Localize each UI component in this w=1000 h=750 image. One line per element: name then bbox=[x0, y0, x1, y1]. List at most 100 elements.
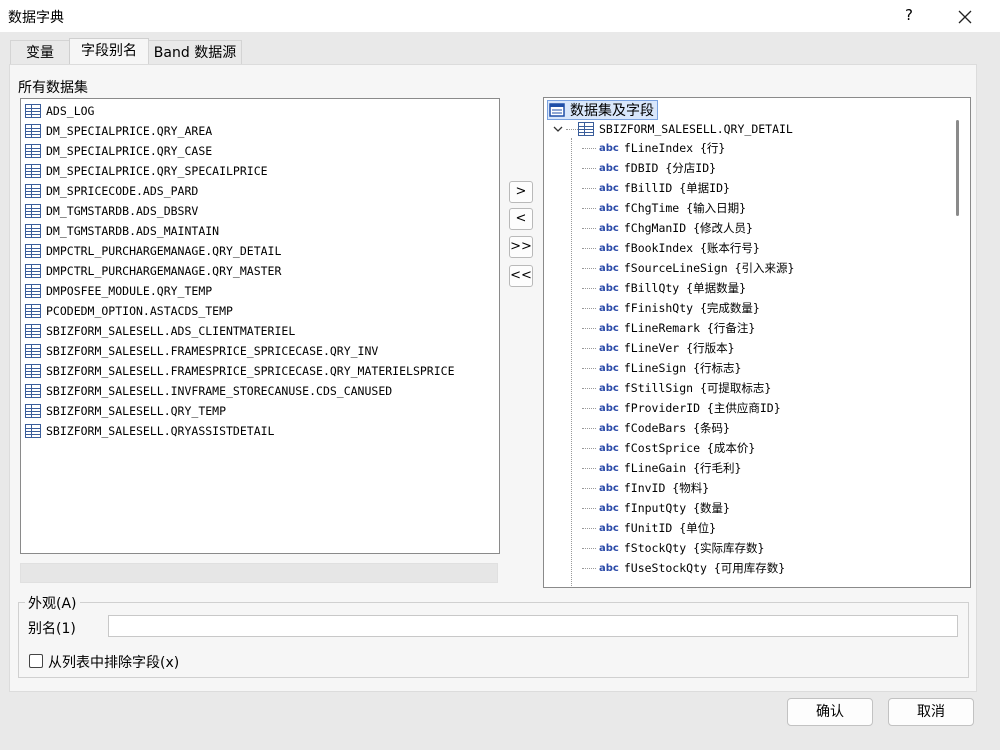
tree-field-label: fBookIndex {账本行号} bbox=[623, 241, 760, 255]
tree-root-label: 数据集及字段 bbox=[570, 103, 654, 119]
list-item[interactable]: SBIZFORM_SALESELL.QRYASSISTDETAIL bbox=[25, 421, 274, 441]
ok-button[interactable]: 确认 bbox=[787, 698, 873, 726]
dataset-group-icon bbox=[549, 103, 565, 117]
tree-field-item[interactable]: abc fCodeBars {条码} bbox=[582, 418, 730, 438]
table-icon bbox=[25, 104, 41, 118]
list-item[interactable]: DM_TGMSTARDB.ADS_MAINTAIN bbox=[25, 221, 219, 241]
all-datasets-label: 所有数据集 bbox=[18, 80, 88, 96]
tab-band-datasource[interactable]: Band 数据源 bbox=[148, 40, 242, 65]
table-icon bbox=[25, 424, 41, 438]
close-button[interactable] bbox=[952, 4, 978, 30]
tree-field-item[interactable]: abc fInputQty {数量} bbox=[582, 498, 730, 518]
tree-field-item[interactable]: abc fBookIndex {账本行号} bbox=[582, 238, 760, 258]
tree-field-item[interactable]: abc fLineRemark {行备注} bbox=[582, 318, 755, 338]
table-icon bbox=[25, 364, 41, 378]
list-item[interactable]: DM_TGMSTARDB.ADS_DBSRV bbox=[25, 201, 198, 221]
tree-field-item[interactable]: abc fProviderID {主供应商ID} bbox=[582, 398, 781, 418]
list-item[interactable]: PCODEDM_OPTION.ASTACDS_TEMP bbox=[25, 301, 233, 321]
tab-variables[interactable]: 变量 bbox=[10, 40, 70, 65]
remove-button[interactable]: < bbox=[509, 208, 533, 230]
string-type-icon: abc bbox=[599, 342, 619, 354]
list-item[interactable]: DM_SPECIALPRICE.QRY_AREA bbox=[25, 121, 212, 141]
list-item-label: SBIZFORM_SALESELL.ADS_CLIENTMATERIEL bbox=[46, 324, 296, 338]
list-item[interactable]: SBIZFORM_SALESELL.ADS_CLIENTMATERIEL bbox=[25, 321, 295, 341]
tree-field-item[interactable]: abc fSourceLineSign {引入来源} bbox=[582, 258, 794, 278]
string-type-icon: abc bbox=[599, 282, 619, 294]
tab-field-alias[interactable]: 字段别名 bbox=[69, 38, 149, 66]
fields-tree[interactable]: 数据集及字段 SBIZFORM_SALESELL.QRY_DETAIL abc f… bbox=[543, 97, 971, 588]
table-icon bbox=[25, 284, 41, 298]
tree-field-item[interactable]: abc fLineSign {行标志} bbox=[582, 358, 742, 378]
list-item-label: DM_SPECIALPRICE.QRY_CASE bbox=[46, 144, 213, 158]
list-item[interactable]: DM_SPRICECODE.ADS_PARD bbox=[25, 181, 198, 201]
tree-field-item[interactable]: abc fLineIndex {行} bbox=[582, 138, 725, 158]
window-title: 数据字典 bbox=[8, 10, 64, 26]
string-type-icon: abc bbox=[599, 202, 619, 214]
list-item-label: DM_SPRICECODE.ADS_PARD bbox=[46, 184, 199, 198]
list-item[interactable]: SBIZFORM_SALESELL.QRY_TEMP bbox=[25, 401, 226, 421]
list-item[interactable]: SBIZFORM_SALESELL.FRAMESPRICE_SPRICECASE… bbox=[25, 361, 455, 381]
list-item-label: SBIZFORM_SALESELL.FRAMESPRICE_SPRICECASE… bbox=[46, 344, 379, 358]
cancel-button[interactable]: 取消 bbox=[888, 698, 974, 726]
alias-input[interactable] bbox=[108, 615, 958, 637]
tree-root[interactable]: 数据集及字段 bbox=[547, 100, 658, 120]
tree-field-item[interactable]: abc fFinishQty {完成数量} bbox=[582, 298, 760, 318]
tree-field-item[interactable]: abc fChgTime {输入日期} bbox=[582, 198, 747, 218]
tree-field-item[interactable]: abc fStillSign {可提取标志} bbox=[582, 378, 772, 398]
add-button[interactable]: > bbox=[509, 181, 533, 203]
table-icon bbox=[25, 204, 41, 218]
string-type-icon: abc bbox=[599, 222, 619, 234]
tree-field-label: fChgManID {修改人员} bbox=[623, 221, 753, 235]
tree-field-label: fLineSign {行标志} bbox=[623, 361, 742, 375]
tree-field-item[interactable]: abc fDBID {分店ID} bbox=[582, 158, 716, 178]
tree-field-item[interactable]: abc fBillID {单据ID} bbox=[582, 178, 730, 198]
chevron-down-icon[interactable] bbox=[552, 123, 564, 135]
exclude-field-label[interactable]: 从列表中排除字段(x) bbox=[48, 652, 179, 672]
tree-field-item[interactable]: abc fChgManID {修改人员} bbox=[582, 218, 753, 238]
help-button[interactable]: ? bbox=[897, 6, 921, 24]
dataset-list-hscrollbar[interactable] bbox=[20, 563, 498, 583]
list-item[interactable]: SBIZFORM_SALESELL.FRAMESPRICE_SPRICECASE… bbox=[25, 341, 378, 361]
string-type-icon: abc bbox=[599, 562, 619, 574]
dataset-node[interactable]: SBIZFORM_SALESELL.QRY_DETAIL bbox=[552, 120, 793, 138]
list-item-label: DM_SPECIALPRICE.QRY_SPECAILPRICE bbox=[46, 164, 268, 178]
list-item[interactable]: ADS_LOG bbox=[25, 101, 94, 121]
list-item[interactable]: SBIZFORM_SALESELL.INVFRAME_STORECANUSE.C… bbox=[25, 381, 392, 401]
tree-field-item[interactable]: abc fBillQty {单据数量} bbox=[582, 278, 746, 298]
tree-field-label: fChgTime {输入日期} bbox=[623, 201, 747, 215]
tree-field-item[interactable]: abc fInvID {物料} bbox=[582, 478, 709, 498]
tree-field-label: fFinishQty {完成数量} bbox=[623, 301, 760, 315]
add-all-button[interactable]: >> bbox=[509, 236, 533, 258]
exclude-field-checkbox[interactable] bbox=[29, 654, 43, 668]
table-icon bbox=[25, 384, 41, 398]
tree-field-item[interactable]: abc fCostSprice {成本价} bbox=[582, 438, 755, 458]
list-item[interactable]: DMPCTRL_PURCHARGEMANAGE.QRY_MASTER bbox=[25, 261, 281, 281]
tree-field-label: fLineGain {行毛利} bbox=[623, 461, 742, 475]
list-item-label: SBIZFORM_SALESELL.QRY_TEMP bbox=[46, 404, 227, 418]
string-type-icon: abc bbox=[599, 162, 619, 174]
tree-field-item[interactable]: abc fUseStockQty {可用库存数} bbox=[582, 558, 786, 578]
string-type-icon: abc bbox=[599, 262, 619, 274]
list-item[interactable]: DMPOSFEE_MODULE.QRY_TEMP bbox=[25, 281, 212, 301]
tree-field-item[interactable]: abc fLineVer {行版本} bbox=[582, 338, 735, 358]
tree-scroll-thumb[interactable] bbox=[956, 120, 959, 216]
table-icon bbox=[25, 164, 41, 178]
table-icon bbox=[25, 324, 41, 338]
tree-field-item[interactable]: abc fUnitID {单位} bbox=[582, 518, 716, 538]
tab-strip: 变量 字段别名 Band 数据源 bbox=[0, 38, 1000, 66]
list-item[interactable]: DM_SPECIALPRICE.QRY_CASE bbox=[25, 141, 212, 161]
string-type-icon: abc bbox=[599, 542, 619, 554]
table-icon bbox=[25, 264, 41, 278]
tree-field-item[interactable]: abc fStockQty {实际库存数} bbox=[582, 538, 764, 558]
tree-field-label: fStillSign {可提取标志} bbox=[623, 381, 772, 395]
close-icon bbox=[958, 10, 972, 24]
list-item[interactable]: DM_SPECIALPRICE.QRY_SPECAILPRICE bbox=[25, 161, 268, 181]
tree-field-item[interactable]: abc fLineGain {行毛利} bbox=[582, 458, 742, 478]
tree-field-label: fUseStockQty {可用库存数} bbox=[623, 561, 786, 575]
list-item-label: ADS_LOG bbox=[46, 104, 95, 118]
list-item[interactable]: DMPCTRL_PURCHARGEMANAGE.QRY_DETAIL bbox=[25, 241, 281, 261]
string-type-icon: abc bbox=[599, 502, 619, 514]
table-icon bbox=[25, 244, 41, 258]
remove-all-button[interactable]: << bbox=[509, 265, 533, 287]
dataset-list[interactable]: ADS_LOG DM_SPECIALPRICE.QRY_AREA DM_SPECIA… bbox=[20, 98, 500, 554]
